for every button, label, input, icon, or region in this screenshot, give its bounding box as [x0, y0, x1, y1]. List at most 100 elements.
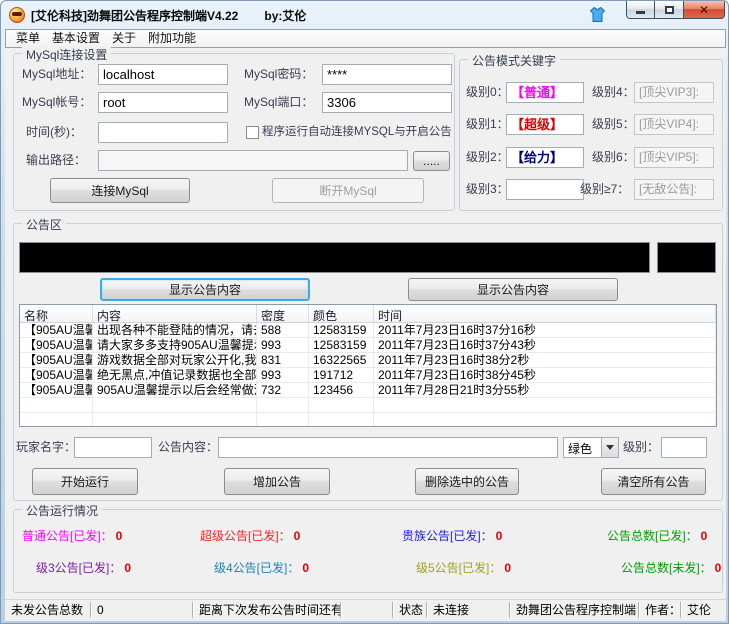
- menu-item-settings[interactable]: 基本设置: [46, 30, 106, 47]
- auto-connect-label: 程序运行自动连接MYSQL与开启公告: [262, 122, 452, 143]
- connect-mysql-button[interactable]: 连接MySql: [50, 178, 190, 203]
- level5-input[interactable]: [顶尖VIP4]:: [634, 114, 714, 135]
- player-name-input[interactable]: [74, 437, 152, 458]
- caption-buttons: ✕: [626, 1, 725, 19]
- clear-all-button[interactable]: 清空所有公告: [601, 468, 706, 495]
- mysql-user-input[interactable]: root: [98, 92, 228, 113]
- counter-total-unsent: 公告总数[未发]：0: [621, 559, 722, 576]
- color-select-dropdown-button[interactable]: [601, 438, 618, 457]
- counter-super: 超级公告[已发]：0: [200, 527, 402, 544]
- cell-time: 2011年7月23日16时37分16秒: [374, 323, 716, 337]
- counter-label: 级3公告[已发]：: [36, 561, 121, 575]
- cell-content: 905AU温馨提示以后会经常做活动,90...: [93, 383, 257, 397]
- level7-input[interactable]: [无敌公告]:: [634, 179, 714, 200]
- keyword-group: 公告模式关键字 级别0： 【普通】 级别4： [顶尖VIP3]: 级别1： 【超…: [459, 59, 723, 211]
- level0-input[interactable]: 【普通】: [506, 82, 584, 103]
- output-path-input[interactable]: [98, 150, 408, 171]
- browse-button[interactable]: .....: [413, 151, 450, 171]
- level-input[interactable]: [661, 437, 707, 458]
- cell-color: 12583159: [309, 338, 374, 352]
- counter-label: 公告总数[未发]：: [621, 561, 712, 575]
- maximize-icon: [665, 6, 674, 14]
- level1-label: 级别1：: [466, 114, 509, 135]
- counter-row-2: 级3公告[已发]：0 级4公告[已发]：0 级5公告[已发]：0 公告总数[未发…: [14, 559, 722, 576]
- maximize-button[interactable]: [655, 1, 683, 19]
- output-path-label: 输出路径：: [26, 150, 86, 171]
- counter-value: 0: [294, 529, 301, 543]
- table-row[interactable]: 【905AU温馨... 905AU温馨提示以后会经常做活动,90... 732 …: [20, 383, 716, 398]
- menu-item-main[interactable]: 菜单: [10, 30, 46, 47]
- level2-label: 级别2：: [466, 147, 509, 168]
- col-header-color[interactable]: 颜色: [309, 305, 374, 322]
- mysql-addr-input[interactable]: localhost: [98, 64, 228, 85]
- mysql-pwd-label: MySql密码：: [244, 64, 313, 85]
- level4-input[interactable]: [顶尖VIP3]:: [634, 82, 714, 103]
- col-header-time[interactable]: 时间: [374, 305, 716, 322]
- titlebar: [艾伦科技]劲舞团公告程序控制端V4.22 by:艾伦: [1, 1, 728, 29]
- counter-value: 0: [302, 561, 309, 575]
- run-status-group: 公告运行情况 普通公告[已发]：0 超级公告[已发]：0 贵族公告[已发]：0 …: [13, 509, 723, 593]
- cell-color: 16322565: [309, 353, 374, 367]
- announce-display-side: [657, 242, 716, 273]
- cell-name: 【905AU温馨...: [20, 353, 93, 367]
- show-announce-button-right[interactable]: 显示公告内容: [408, 278, 618, 301]
- counter-label: 超级公告[已发]：: [200, 529, 291, 543]
- table-row-empty: [20, 413, 716, 427]
- mysql-group-title: MySql连接设置: [22, 46, 111, 63]
- table-row[interactable]: 【905AU温馨... 请大家多多支持905AU温馨提示劲舞... 993 12…: [20, 338, 716, 353]
- level1-input[interactable]: 【超级】: [506, 114, 584, 135]
- counter-label: 普通公告[已发]：: [22, 529, 113, 543]
- mysql-port-input[interactable]: 3306: [322, 92, 452, 113]
- color-select-value: 绿色: [564, 438, 601, 457]
- close-icon: ✕: [699, 4, 709, 16]
- level3-input[interactable]: [506, 179, 584, 200]
- disconnect-mysql-button[interactable]: 断开MySql: [272, 178, 424, 203]
- counter-level3: 级3公告[已发]：0: [36, 559, 214, 576]
- interval-input[interactable]: [98, 122, 228, 143]
- level6-input[interactable]: [顶尖VIP5]:: [634, 147, 714, 168]
- color-select[interactable]: 绿色: [563, 437, 619, 458]
- menubar: 菜单 基本设置 关于 附加功能: [5, 29, 726, 48]
- table-row[interactable]: 【905AU温馨... 出现各种不能登陆的情况，请去网站帐... 588 125…: [20, 323, 716, 338]
- statusbar-status-label: 状态: [393, 602, 427, 618]
- show-announce-button-left[interactable]: 显示公告内容: [100, 278, 310, 301]
- cell-content: 绝无黑点,冲值记录数据也全部玩家开...: [93, 368, 257, 382]
- level2-input[interactable]: 【给力】: [506, 147, 584, 168]
- cell-density: 831: [257, 353, 309, 367]
- minimize-button[interactable]: [626, 1, 655, 19]
- statusbar-next-time-value: [341, 602, 393, 618]
- counter-noble: 贵族公告[已发]：0: [402, 527, 607, 544]
- cell-time: 2011年7月23日16时37分43秒: [374, 338, 716, 352]
- minimize-icon: [636, 11, 645, 14]
- close-button[interactable]: ✕: [683, 1, 725, 19]
- menu-item-extra[interactable]: 附加功能: [142, 30, 202, 47]
- announce-table: 名称 内容 密度 颜色 时间 【905AU温馨... 出现各种不能登陆的情况，请…: [19, 304, 717, 427]
- table-row[interactable]: 【905AU温馨... 游戏数据全部对玩家公开化,我会24小... 831 16…: [20, 353, 716, 368]
- level4-label: 级别4：: [592, 82, 635, 103]
- counter-normal: 普通公告[已发]：0: [22, 527, 200, 544]
- counter-label: 公告总数[已发]：: [607, 529, 698, 543]
- counter-value: 0: [715, 561, 722, 575]
- cell-name: 【905AU温馨...: [20, 338, 93, 352]
- cell-color: 191712: [309, 368, 374, 382]
- start-run-button[interactable]: 开始运行: [32, 468, 138, 495]
- menu-item-about[interactable]: 关于: [106, 30, 142, 47]
- cell-density: 732: [257, 383, 309, 397]
- add-announce-button[interactable]: 增加公告: [224, 468, 330, 495]
- announce-group: 公告区 显示公告内容 显示公告内容 名称 内容 密度 颜色 时间 【905AU温…: [13, 223, 723, 501]
- col-header-name[interactable]: 名称: [20, 305, 93, 322]
- statusbar-status-value: 未连接: [427, 602, 510, 618]
- announce-content-input[interactable]: [218, 437, 558, 458]
- delete-selected-button[interactable]: 删除选中的公告: [415, 468, 519, 495]
- app-window: [艾伦科技]劲舞团公告程序控制端V4.22 by:艾伦 ✕ 菜单 基本设置 关于…: [0, 0, 729, 624]
- auto-connect-checkbox[interactable]: [246, 126, 259, 139]
- mysql-pwd-input[interactable]: ****: [322, 64, 452, 85]
- run-status-group-title: 公告运行情况: [22, 502, 102, 519]
- table-row[interactable]: 【905AU温馨... 绝无黑点,冲值记录数据也全部玩家开... 993 191…: [20, 368, 716, 383]
- mysql-group: MySql连接设置 MySql地址： localhost MySql密码： **…: [13, 53, 455, 211]
- skin-shirt-icon[interactable]: [589, 6, 606, 23]
- col-header-density[interactable]: 密度: [257, 305, 309, 322]
- col-header-content[interactable]: 内容: [93, 305, 257, 322]
- player-name-label: 玩家名字：: [16, 437, 76, 458]
- statusbar-unsent-value: 0: [91, 602, 193, 618]
